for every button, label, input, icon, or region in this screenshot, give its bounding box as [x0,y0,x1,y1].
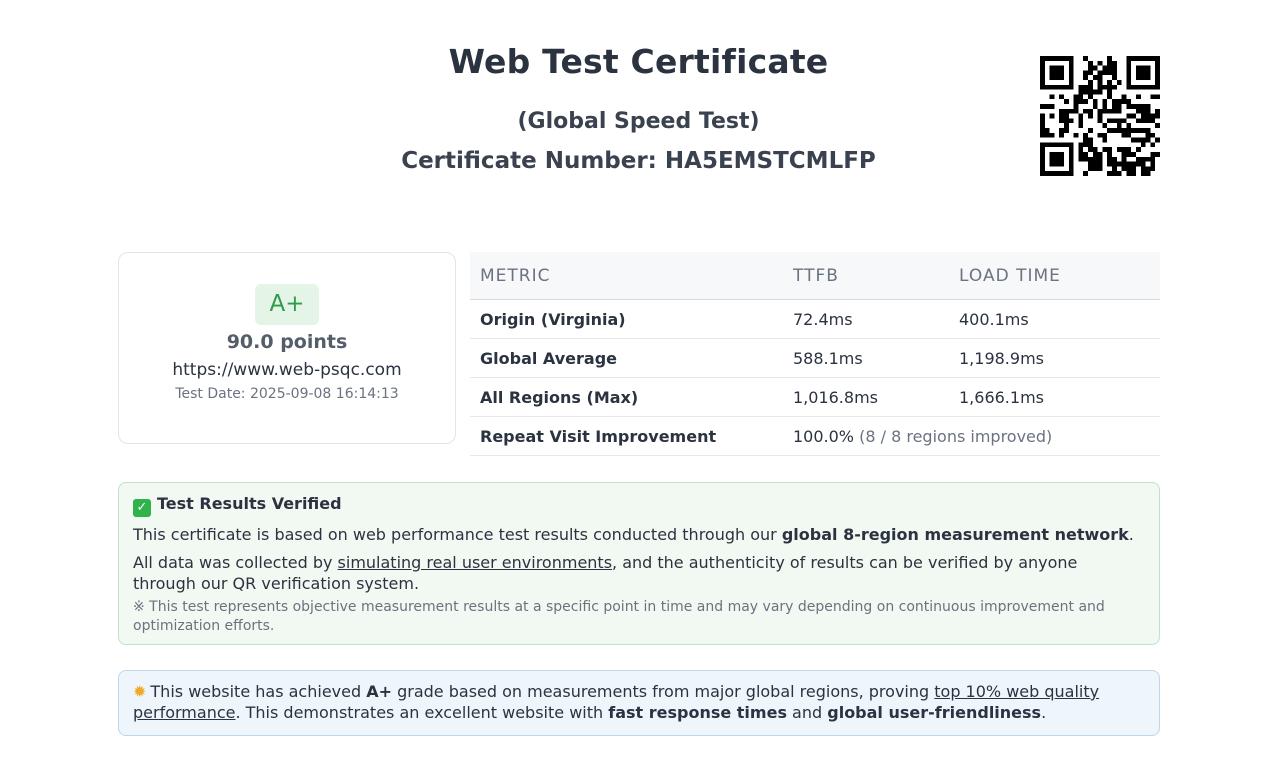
text: . [1128,525,1134,544]
load-time-value: 1,666.1ms [949,377,1160,417]
qr-code-icon[interactable] [1040,56,1160,176]
load-time-value: 400.1ms [949,299,1160,339]
emphasis-user-friendliness: global user-friendliness [827,703,1042,722]
metrics-table: METRIC TTFB LOAD TIME Origin (Virginia) … [470,252,1160,456]
ttfb-value: 72.4ms [783,299,949,339]
column-header-ttfb: TTFB [783,252,949,300]
repeat-detail: (8 / 8 regions improved) [859,426,1053,446]
text: All data was collected by [133,553,338,572]
load-time-value: 1,198.9ms [949,338,1160,378]
ttfb-value: 588.1ms [783,338,949,378]
achievement-grade: A+ [366,682,393,701]
repeat-percent: 100.0% [793,426,855,446]
achievement-banner: ✹ This website has achieved A+ grade base… [118,670,1160,736]
simulating-link[interactable]: simulating real user environments [338,553,612,572]
column-header-metric: METRIC [470,252,783,300]
text: grade based on measurements from major g… [392,682,935,701]
table-header-row: METRIC TTFB LOAD TIME [470,252,1160,300]
verification-note: ※ This test represents objective measure… [133,599,1105,634]
verification-line-1: This certificate is based on web perform… [133,524,1145,545]
score-card: A+ 90.0 points https://www.web-psqc.com … [118,252,456,444]
test-date: Test Date: 2025-09-08 16:14:13 [175,386,399,402]
table-row: Global Average 588.1ms 1,198.9ms [470,338,1160,378]
row-label: Repeat Visit Improvement [470,416,783,456]
table-row: All Regions (Max) 1,016.8ms 1,666.1ms [470,377,1160,417]
tested-url[interactable]: https://www.web-psqc.com [119,360,455,380]
check-mark-icon: ✓ [133,499,151,517]
row-label: Origin (Virginia) [470,299,783,339]
text: . [1041,703,1047,722]
text: This website has achieved [150,682,367,701]
ttfb-value: 1,016.8ms [783,377,949,417]
repeat-visit-value: 100.0% (8 / 8 regions improved) [783,416,1160,456]
table-row: Repeat Visit Improvement 100.0% (8 / 8 r… [470,416,1160,456]
text: . This demonstrates an excellent website… [235,703,609,722]
row-label: Global Average [470,338,783,378]
column-header-load-time: LOAD TIME [949,252,1160,300]
verification-line-2: All data was collected by simulating rea… [133,552,1145,594]
text: and [786,703,828,722]
verification-title-text: Test Results Verified [157,494,342,513]
grade-badge: A+ [255,284,319,325]
table-row: Origin (Virginia) 72.4ms 400.1ms [470,299,1160,339]
score-points: 90.0 points [226,331,348,353]
row-label: All Regions (Max) [470,377,783,417]
verification-title: ✓ Test Results Verified [133,494,1145,517]
verification-notice: ✓ Test Results Verified This certificate … [118,482,1160,645]
emphasis-network: global 8-region measurement network [781,525,1129,544]
emphasis-fast-response: fast response times [608,703,787,722]
star-icon: ✹ [133,682,147,701]
text: This certificate is based on web perform… [133,525,782,544]
